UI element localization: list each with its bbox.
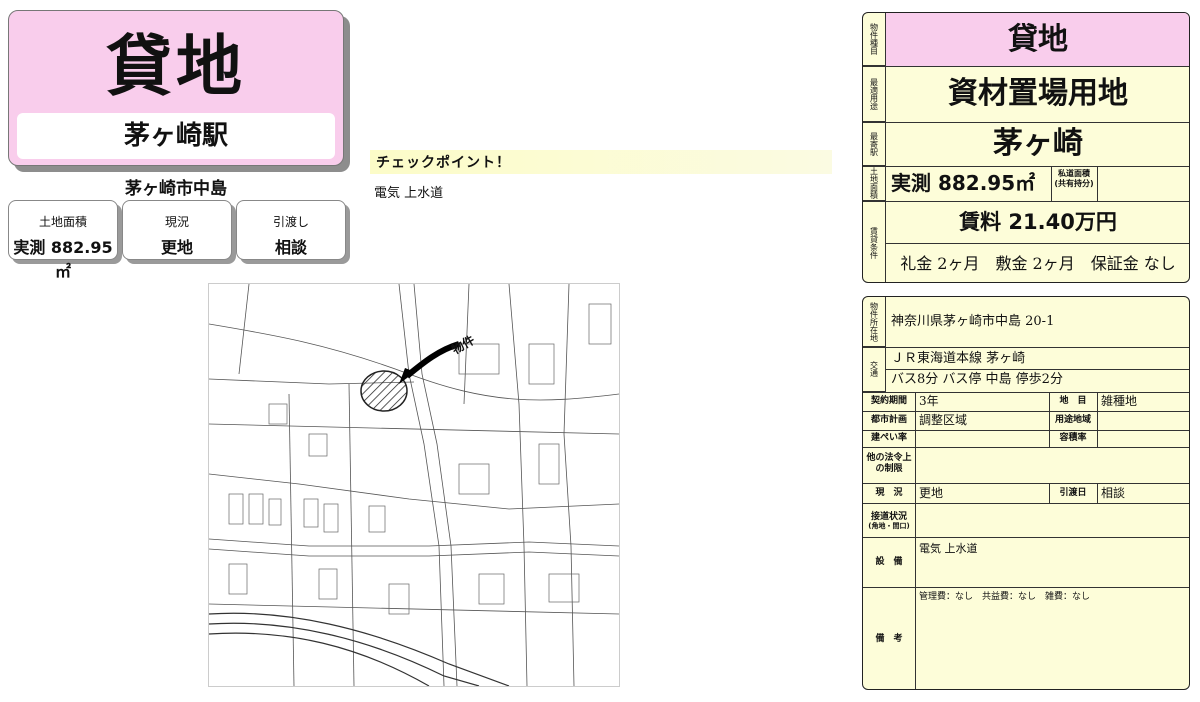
land-area-label: 土地面積 [38, 215, 87, 229]
status-row-label: 現 況 [875, 488, 903, 498]
contract-value: 3年 [919, 394, 939, 408]
other-law-label: 他の法令上の制限 [866, 453, 912, 474]
city-plan-value: 調整区域 [919, 413, 968, 427]
status-label: 現況 [164, 215, 189, 229]
road-sub-label: (角地・間口) [868, 522, 910, 530]
title-card: 貸地 茅ヶ崎駅 [8, 10, 344, 166]
status-card: 現況 更地 [122, 200, 232, 260]
private-road-label: 私道面積 (共有持分) [1054, 169, 1094, 188]
transport-line2: バス8分 バス停 中島 停歩2分 [891, 372, 1063, 387]
use-value: 資材置場用地 [948, 76, 1128, 111]
land-area-card: 土地面積 実測 882.95㎡ [8, 200, 118, 281]
handover-row-label: 引渡日 [1059, 488, 1087, 498]
property-marker [360, 370, 408, 412]
page-title: 貸地 [106, 28, 246, 105]
station-label: 最寄駅 [863, 122, 885, 166]
handover-row-value: 相談 [1101, 486, 1126, 500]
checkpoint-title: チェックポイント！ [376, 155, 511, 171]
map-drawing [209, 284, 619, 686]
address-short: 茅ヶ崎市中島 [125, 179, 227, 199]
rent-label: 賃貸条件 [869, 226, 879, 259]
contract-label: 契約期間 [870, 396, 907, 406]
type-value: 貸地 [1008, 22, 1068, 57]
transport-label: 交通 [863, 347, 885, 392]
zoning-label: 用途地域 [1054, 415, 1091, 425]
spec-table: 物件種目 貸地 最適用途 資材置場用地 最寄駅 茅ヶ崎 土地面積 実測 882.… [862, 12, 1190, 283]
land-category-value: 雑種地 [1101, 394, 1138, 408]
station-value: 茅ヶ崎 [993, 126, 1083, 161]
transport-line1: ＪＲ東海道本線 茅ヶ崎 [891, 351, 1026, 366]
coverage-label: 建ぺい率 [870, 433, 907, 443]
type-label: 物件種目 [863, 13, 885, 66]
notes-value: 管理費：なし 共益費：なし 雑費：なし [919, 592, 1091, 602]
handover-value: 相談 [274, 238, 307, 257]
location-map: 物件 [208, 283, 620, 687]
use-label: 最適用途 [863, 66, 885, 122]
far-label: 容積率 [1059, 433, 1087, 443]
station-name: 茅ヶ崎駅 [17, 113, 335, 159]
area-label: 土地面積 [863, 166, 885, 201]
facility-value: 電気 上水道 [919, 542, 978, 555]
city-plan-label: 都市計画 [870, 415, 907, 425]
location-label: 物件所在地 [863, 297, 885, 347]
status-value: 更地 [160, 238, 193, 257]
rent-value: 賃料 21.40万円 [959, 210, 1117, 234]
status-row-value: 更地 [919, 486, 944, 500]
facility-label: 設 備 [875, 557, 903, 567]
fees-value: 礼金 2ヶ月 敷金 2ヶ月 保証金 なし [900, 254, 1176, 273]
details-table: 物件所在地 神奈川県茅ヶ崎市中島 20-1 交通 ＪＲ東海道本線 茅ヶ崎 バス8… [862, 296, 1190, 690]
handover-card: 引渡し 相談 [236, 200, 346, 260]
checkpoint-text: 電気 上水道 [374, 186, 444, 201]
notes-label: 備 考 [875, 634, 903, 644]
land-area-value: 実測 882.95㎡ [13, 238, 113, 281]
handover-label: 引渡し [272, 215, 309, 229]
land-category-label: 地 目 [1059, 396, 1087, 406]
area-value: 実測 882.95㎡ [891, 171, 1036, 195]
location-value: 神奈川県茅ヶ崎市中島 20-1 [891, 314, 1055, 329]
